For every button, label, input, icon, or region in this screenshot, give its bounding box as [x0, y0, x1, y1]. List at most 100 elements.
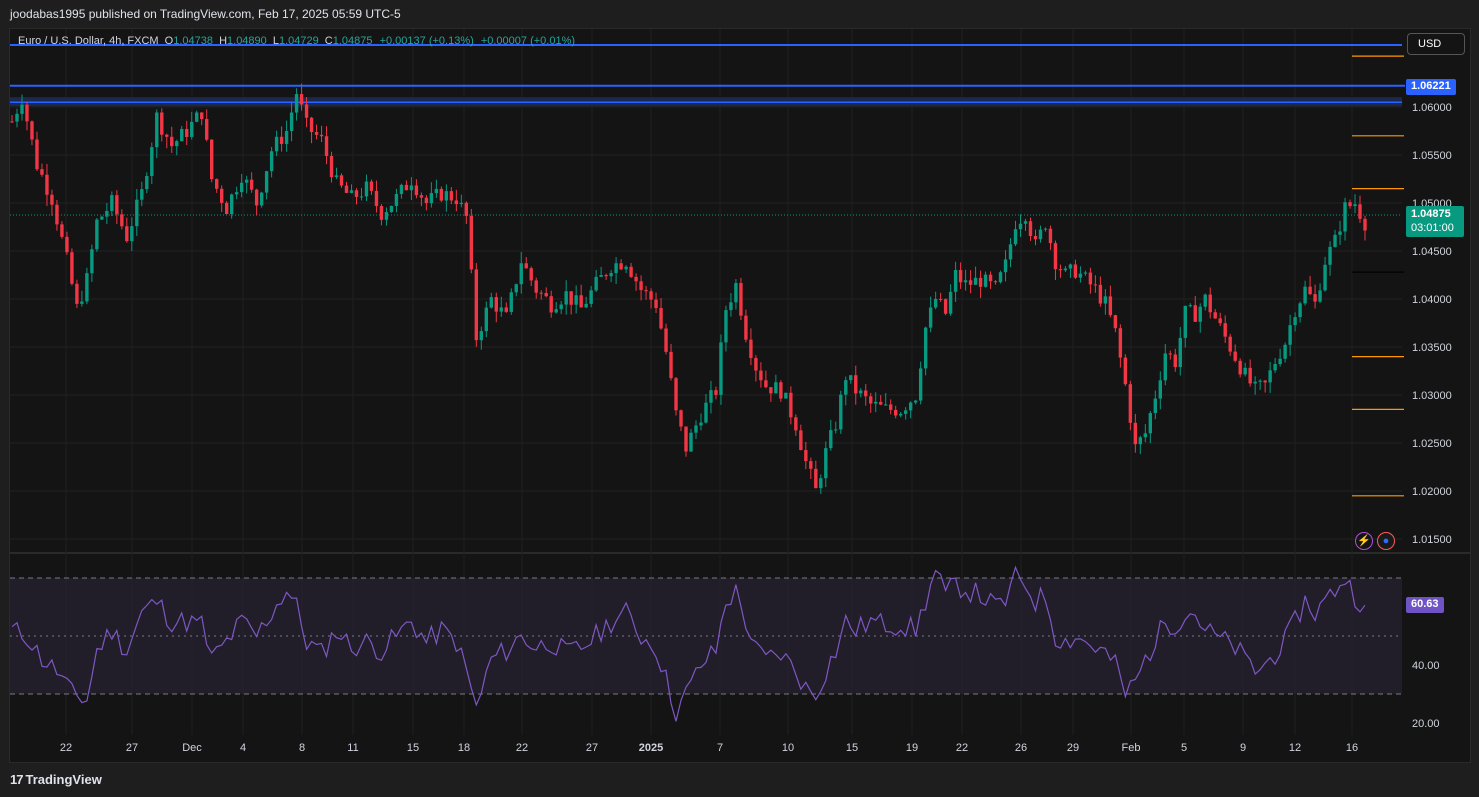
close-value: 1.04875: [332, 35, 373, 47]
bolt-icon[interactable]: ⚡: [1355, 532, 1373, 550]
symbol-legend: Euro / U.S. Dollar, 4h, FXCM O1.04738 H1…: [18, 35, 575, 47]
candle-body: [269, 151, 274, 172]
price-tick-label: 1.04500: [1412, 246, 1452, 258]
candle-body: [190, 121, 194, 137]
low-value: 1.04729: [278, 35, 319, 47]
candle-body: [804, 450, 808, 462]
last-price-value: 1.04875: [1411, 208, 1451, 220]
time-tick-label: 16: [1346, 742, 1358, 754]
candle-body: [90, 249, 94, 274]
candle-body: [224, 202, 229, 215]
globe-icon[interactable]: ●: [1377, 532, 1395, 550]
candle-body: [679, 410, 683, 427]
candle-body: [609, 273, 613, 277]
last-price-label: 1.04875 03:01:00: [1406, 206, 1464, 237]
price-tick-label: 1.04000: [1412, 294, 1452, 306]
candle-body: [659, 308, 663, 329]
price-tick-label: 1.03500: [1412, 342, 1452, 354]
candle-body: [839, 394, 843, 430]
candle-body: [304, 104, 309, 118]
candle-body: [988, 274, 993, 282]
candle-body: [1308, 286, 1312, 295]
candle-body: [439, 188, 444, 201]
candle-body: [509, 292, 513, 312]
candle-body: [1073, 264, 1078, 278]
candle-body: [684, 426, 688, 452]
tradingview-logo[interactable]: 17 TradingView: [10, 772, 102, 787]
time-tick-label: 22: [516, 742, 528, 754]
symbol-name: Euro / U.S. Dollar, 4h, FXCM: [18, 35, 159, 47]
candle-body: [504, 307, 508, 312]
candle-body: [874, 401, 878, 404]
candle-body: [764, 380, 768, 388]
candle-body: [1323, 264, 1327, 291]
candle-body: [799, 430, 803, 451]
candle-body: [1188, 305, 1192, 307]
candle-body: [80, 301, 84, 304]
level-price-label: 1.06221: [1406, 79, 1456, 95]
candle-body: [1298, 303, 1302, 318]
candle-body: [884, 404, 888, 406]
price-tick-label: 1.03000: [1412, 390, 1452, 402]
candle-body: [1008, 244, 1013, 260]
candle-body: [923, 327, 928, 369]
candle-body: [694, 425, 698, 433]
candle-body: [314, 132, 319, 135]
candle-body: [1143, 433, 1148, 438]
candle-body: [704, 402, 708, 423]
candle-body: [933, 298, 938, 308]
time-tick-label: 18: [458, 742, 470, 754]
time-tick-label: 11: [347, 742, 358, 754]
price-tick-label: 1.05500: [1412, 150, 1452, 162]
candle-body: [15, 113, 19, 122]
candle-body: [903, 410, 908, 414]
time-tick-label: 27: [126, 742, 138, 754]
candle-body: [239, 182, 244, 193]
candle-body: [1168, 353, 1172, 355]
candle-body: [624, 266, 628, 270]
price-tick-label: 1.06000: [1412, 102, 1452, 114]
time-tick-label: 12: [1289, 742, 1301, 754]
candle-body: [958, 270, 963, 283]
candle-body: [449, 191, 454, 201]
high-value: 1.04890: [227, 35, 267, 47]
candle-body: [459, 202, 464, 205]
candle-body: [389, 205, 394, 213]
time-tick-label: Dec: [182, 742, 202, 754]
candle-body: [1123, 357, 1128, 385]
candle-body: [1158, 380, 1163, 399]
candle-body: [30, 121, 34, 140]
candle-body: [1038, 229, 1043, 240]
candle-body: [524, 263, 528, 269]
candle-body: [579, 295, 583, 308]
candle-body: [484, 307, 488, 332]
candle-body: [908, 402, 913, 411]
candle-body: [359, 196, 364, 198]
candle-body: [589, 290, 593, 304]
candle-body: [1148, 413, 1153, 434]
candle-body: [948, 291, 953, 314]
candle-body: [464, 202, 469, 216]
candle-body: [165, 134, 169, 137]
candle-body: [549, 296, 553, 313]
chart-canvas[interactable]: 1.060001.055001.050001.045001.040001.035…: [0, 0, 1479, 797]
candle-body: [175, 141, 179, 147]
candle-body: [234, 192, 239, 195]
candle-body: [759, 370, 763, 381]
candle-body: [364, 181, 369, 197]
candle-body: [1083, 272, 1088, 274]
candle-body: [724, 310, 728, 343]
candle-body: [200, 112, 204, 120]
candle-body: [529, 268, 533, 281]
candle-body: [754, 357, 758, 371]
candle-body: [1178, 337, 1182, 368]
candle-body: [1288, 325, 1292, 345]
candle-body: [334, 175, 339, 178]
currency-button[interactable]: USD: [1407, 33, 1465, 55]
time-tick-label: 7: [717, 742, 723, 754]
candle-body: [1258, 380, 1262, 382]
candle-body: [559, 304, 563, 310]
candle-body: [739, 283, 743, 316]
candle-body: [943, 299, 948, 314]
candle-body: [779, 382, 783, 399]
